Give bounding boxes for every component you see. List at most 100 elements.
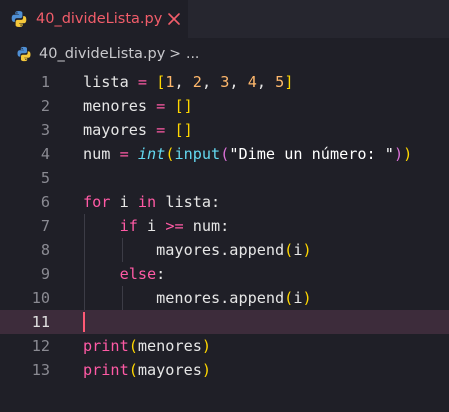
- code-token: ): [302, 289, 312, 307]
- code-token: in: [137, 193, 157, 211]
- breadcrumb-more[interactable]: ...: [186, 46, 199, 62]
- breadcrumb-file[interactable]: 40_divideLista.py: [39, 46, 165, 62]
- code-token: =: [156, 121, 166, 139]
- code-token: num:: [183, 217, 230, 235]
- code-token: 4: [247, 73, 257, 91]
- code-text: print(mayores): [83, 358, 211, 382]
- indent-guide: [122, 286, 123, 310]
- code-text: mayores.append(i): [83, 238, 312, 262]
- code-token: ,: [201, 73, 221, 91]
- code-line[interactable]: 4 num = int(input("Dime un número: ")): [0, 142, 449, 166]
- code-token: else: [119, 265, 157, 283]
- indent-guide: [122, 238, 123, 262]
- code-text: if i >= num:: [83, 214, 230, 238]
- code-token: ,: [229, 73, 248, 91]
- code-token: lista:: [156, 193, 221, 211]
- code-token: mayores: [83, 121, 157, 139]
- code-token: menores.append: [83, 289, 285, 307]
- code-token: print: [83, 337, 129, 355]
- code-token: print: [83, 361, 129, 379]
- code-line[interactable]: 10 menores.append(i): [0, 286, 449, 310]
- indent-guide: [84, 214, 85, 310]
- tab-bar: 40_divideLista.py: [0, 0, 449, 38]
- code-text: for i in lista:: [83, 190, 220, 214]
- code-token: ]: [284, 73, 294, 91]
- chevron-right-icon: >: [169, 46, 182, 62]
- code-token: menores: [137, 337, 202, 355]
- code-line[interactable]: 11: [0, 310, 449, 334]
- code-token: (: [284, 241, 294, 259]
- code-token: []: [174, 97, 193, 115]
- code-token: :: [156, 265, 166, 283]
- close-icon[interactable]: [166, 11, 182, 27]
- editor-tab[interactable]: 40_divideLista.py: [0, 0, 188, 38]
- code-text: mayores = []: [83, 118, 193, 142]
- line-number: 6: [40, 193, 50, 211]
- line-number: 4: [40, 145, 50, 163]
- code-token: i: [137, 217, 166, 235]
- line-number: 3: [40, 121, 50, 139]
- code-line[interactable]: 8 mayores.append(i): [0, 238, 449, 262]
- code-token: ): [201, 337, 212, 355]
- code-token: =: [119, 145, 129, 163]
- code-text: num = int(input("Dime un número: ")): [83, 142, 412, 166]
- code-token: mayores.append: [83, 241, 285, 259]
- code-token: [: [156, 73, 166, 91]
- code-editor[interactable]: 1 lista = [1, 2, 3, 4, 5] 2 menores = [] 3 ma…: [0, 70, 449, 382]
- code-token: menores: [83, 97, 157, 115]
- code-token: ): [201, 361, 212, 379]
- code-token: =: [156, 97, 166, 115]
- code-token: mayores: [137, 361, 202, 379]
- code-token: (: [128, 361, 138, 379]
- code-text: lista = [1, 2, 3, 4, 5]: [83, 70, 293, 94]
- code-token: >=: [165, 217, 184, 235]
- tab-filename: 40_divideLista.py: [36, 11, 163, 27]
- line-number: 13: [31, 361, 50, 379]
- code-line[interactable]: 13 print(mayores): [0, 358, 449, 382]
- code-line[interactable]: 7 if i >= num:: [0, 214, 449, 238]
- line-number: 1: [40, 73, 50, 91]
- code-text: menores = []: [83, 94, 193, 118]
- code-token: for: [83, 193, 111, 211]
- code-token: 2: [192, 73, 202, 91]
- code-token: lista: [83, 73, 138, 91]
- python-icon: [10, 10, 28, 28]
- line-number: 10: [31, 289, 50, 307]
- line-number: 7: [40, 217, 50, 235]
- line-number: 8: [40, 241, 50, 259]
- code-line[interactable]: 3 mayores = []: [0, 118, 449, 142]
- code-line[interactable]: 6 for i in lista:: [0, 190, 449, 214]
- code-token: ): [403, 145, 413, 163]
- code-line[interactable]: 2 menores = []: [0, 94, 449, 118]
- code-token: ,: [256, 73, 276, 91]
- code-token: 5: [275, 73, 285, 91]
- line-number: 11: [31, 313, 50, 331]
- code-token: 1: [165, 73, 175, 91]
- code-token: i: [110, 193, 138, 211]
- line-number: 5: [40, 169, 50, 187]
- code-token: []: [174, 121, 193, 139]
- code-token: num: [83, 145, 120, 163]
- code-token: (: [284, 289, 294, 307]
- code-line[interactable]: 1 lista = [1, 2, 3, 4, 5]: [0, 70, 449, 94]
- code-text: else:: [83, 262, 166, 286]
- code-line[interactable]: 9 else:: [0, 262, 449, 286]
- text-cursor: [83, 312, 85, 332]
- line-number: 9: [40, 265, 50, 283]
- line-number: 2: [40, 97, 50, 115]
- code-line[interactable]: 5: [0, 166, 449, 190]
- code-line[interactable]: 12 print(menores): [0, 334, 449, 358]
- code-token: (: [128, 337, 138, 355]
- breadcrumb: 40_divideLista.py > ...: [0, 38, 449, 70]
- code-token: ): [393, 145, 404, 163]
- code-token: (: [220, 145, 230, 163]
- code-token: =: [137, 73, 148, 91]
- code-text: menores.append(i): [83, 286, 312, 310]
- code-text: print(menores): [83, 334, 211, 358]
- code-token: ): [302, 241, 312, 259]
- python-icon: [16, 46, 32, 62]
